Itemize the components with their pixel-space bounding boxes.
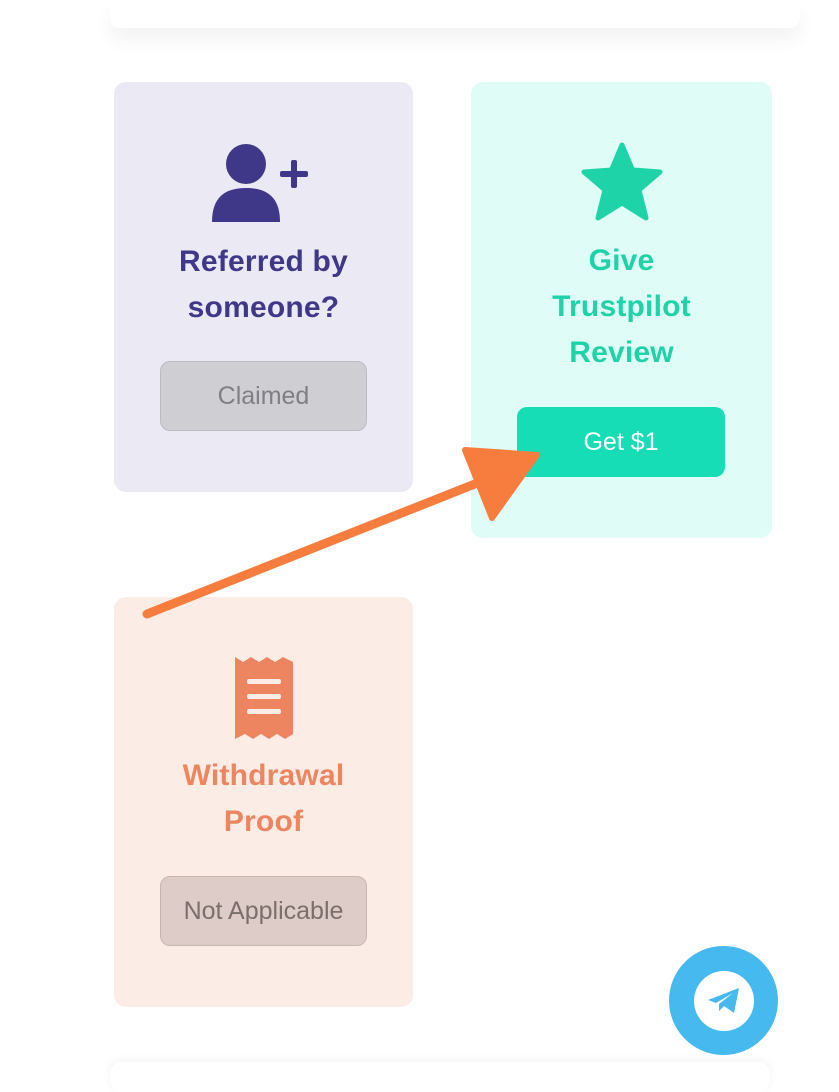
telegram-icon [693,970,754,1031]
star-icon [471,142,772,222]
telegram-button[interactable] [669,946,778,1055]
referral-title: Referred by someone? [179,245,348,324]
receipt-icon [114,657,413,739]
get-reward-button[interactable]: Get $1 [517,407,725,477]
not-applicable-button[interactable]: Not Applicable [160,876,367,946]
trustpilot-title: Give Trustpilot Review [552,244,691,369]
claimed-button[interactable]: Claimed [160,361,367,431]
withdrawal-title: Withdrawal Proof [182,759,345,838]
header-shadow-bar [110,0,800,28]
next-card-edge [110,1062,770,1092]
user-plus-icon [114,142,413,224]
